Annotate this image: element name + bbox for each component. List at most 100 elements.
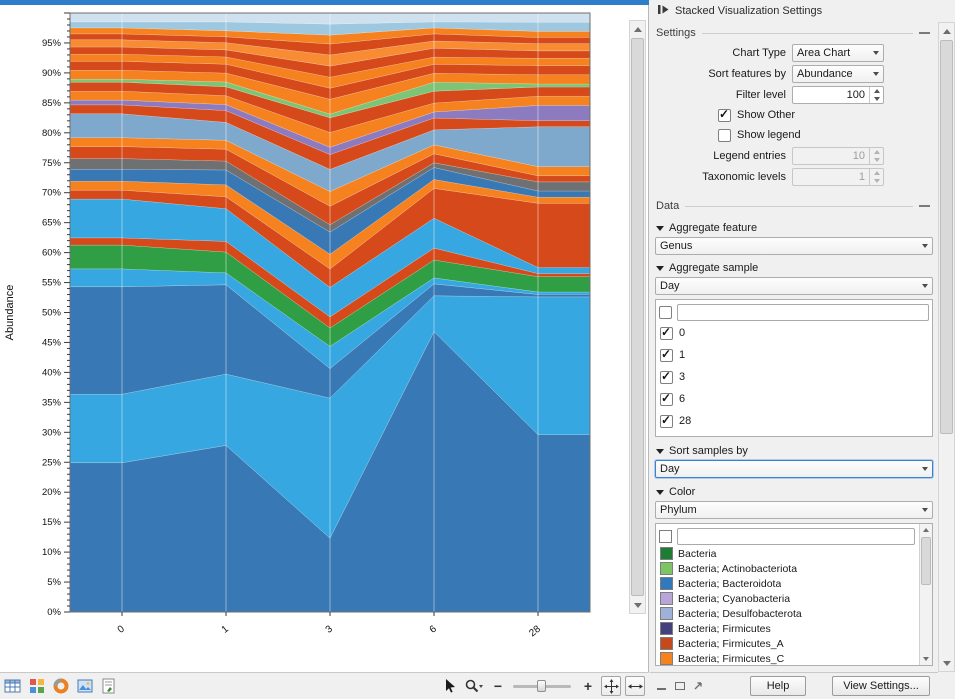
view-settings-button[interactable]: View Settings... bbox=[832, 676, 930, 696]
spin-up-icon[interactable] bbox=[874, 89, 880, 93]
sample-search-input[interactable] bbox=[677, 304, 929, 321]
zoom-out-icon[interactable] bbox=[487, 676, 509, 696]
zoom-slider-handle[interactable] bbox=[537, 680, 546, 692]
sample-list-header bbox=[659, 302, 929, 322]
svg-text:80%: 80% bbox=[42, 128, 62, 139]
zoom-menu-icon[interactable] bbox=[463, 676, 485, 696]
collapse-panel-icon[interactable] bbox=[658, 4, 669, 18]
collapse-data-icon[interactable] bbox=[919, 205, 930, 207]
zoom-slider[interactable] bbox=[513, 679, 571, 693]
sample-checkbox[interactable] bbox=[660, 415, 673, 428]
panel-title: Stacked Visualization Settings bbox=[675, 5, 822, 17]
scroll-up-icon[interactable] bbox=[630, 21, 645, 37]
sample-list-item[interactable]: 28 bbox=[659, 410, 929, 432]
sample-checkbox[interactable] bbox=[660, 327, 673, 340]
filter-level-spinner[interactable]: 100 bbox=[792, 86, 884, 104]
sample-checkbox[interactable] bbox=[660, 393, 673, 406]
stacked-area-chart[interactable]: 0%5%10%15%20%25%30%35%40%45%50%55%60%65%… bbox=[0, 5, 628, 667]
color-list-item[interactable]: Bacteria bbox=[659, 546, 929, 561]
fit-view-icon[interactable] bbox=[625, 676, 645, 696]
zoom-in-icon[interactable] bbox=[577, 676, 599, 696]
chart-type-select[interactable]: Area Chart bbox=[792, 44, 884, 62]
scroll-down-icon[interactable] bbox=[630, 597, 645, 613]
sort-samples-select[interactable]: Day bbox=[655, 460, 933, 478]
sample-list-item[interactable]: 0 bbox=[659, 322, 929, 344]
color-list-item[interactable]: Bacteria; Cyanobacteria bbox=[659, 591, 929, 606]
aggregate-feature-label: Aggregate feature bbox=[669, 222, 757, 234]
settings-group-header: Settings bbox=[654, 24, 934, 42]
taxon-label: Bacteria; Bacteroidota bbox=[678, 578, 781, 590]
aggregate-sample-section[interactable]: Aggregate sample bbox=[654, 261, 934, 275]
collapse-settings-icon[interactable] bbox=[919, 32, 930, 34]
show-other-label: Show Other bbox=[737, 109, 795, 121]
dock-float-icon[interactable] bbox=[692, 680, 704, 692]
sample-checkbox[interactable] bbox=[660, 349, 673, 362]
scroll-up-icon[interactable] bbox=[920, 524, 932, 536]
cursor-icon[interactable] bbox=[439, 676, 461, 696]
show-other-checkbox[interactable] bbox=[718, 109, 731, 122]
color-section[interactable]: Color bbox=[654, 485, 934, 499]
dock-restore-icon[interactable] bbox=[674, 680, 686, 692]
chevron-down-icon bbox=[873, 51, 879, 55]
sample-list-item[interactable]: 1 bbox=[659, 344, 929, 366]
chevron-down-icon bbox=[873, 72, 879, 76]
color-swatch[interactable] bbox=[660, 562, 673, 575]
show-legend-checkbox[interactable] bbox=[718, 129, 731, 142]
spin-down-icon[interactable] bbox=[874, 97, 880, 101]
taxon-label: Bacteria; Firmicutes bbox=[678, 623, 771, 635]
panel-vertical-scrollbar[interactable] bbox=[938, 22, 955, 672]
select-all-samples-checkbox[interactable] bbox=[659, 306, 672, 319]
color-swatch[interactable] bbox=[660, 547, 673, 560]
taxon-label: Bacteria; Cyanobacteria bbox=[678, 593, 790, 605]
color-swatch[interactable] bbox=[660, 592, 673, 605]
color-list-item[interactable]: Bacteria; Firmicutes_A bbox=[659, 636, 929, 651]
sort-features-select[interactable]: Abundance bbox=[792, 65, 884, 83]
donut-chart-icon[interactable] bbox=[50, 676, 72, 696]
settings-group-title: Settings bbox=[654, 27, 696, 39]
color-swatch[interactable] bbox=[660, 652, 673, 665]
report-edit-icon[interactable] bbox=[98, 676, 120, 696]
triangle-down-icon bbox=[656, 266, 664, 271]
svg-text:15%: 15% bbox=[42, 517, 62, 528]
svg-text:35%: 35% bbox=[42, 397, 62, 408]
sort-samples-value: Day bbox=[660, 463, 918, 475]
sort-samples-section[interactable]: Sort samples by bbox=[654, 444, 934, 458]
chart-vertical-scrollbar[interactable] bbox=[629, 20, 646, 614]
color-search-input[interactable] bbox=[677, 528, 915, 545]
aggregate-sample-select[interactable]: Day bbox=[655, 277, 933, 295]
panel-scrollbar-thumb[interactable] bbox=[940, 40, 953, 434]
scroll-up-icon[interactable] bbox=[939, 23, 954, 39]
color-list-scrollbar-thumb[interactable] bbox=[921, 537, 931, 585]
color-list-scrollbar[interactable] bbox=[919, 524, 932, 665]
color-list-item[interactable]: Bacteria; Bacteroidota bbox=[659, 576, 929, 591]
color-swatch[interactable] bbox=[660, 577, 673, 590]
image-export-icon[interactable] bbox=[74, 676, 96, 696]
color-list-item[interactable]: Bacteria; Firmicutes_C bbox=[659, 651, 929, 666]
color-list-item[interactable]: Bacteria; Actinobacteriota bbox=[659, 561, 929, 576]
color-swatch[interactable] bbox=[660, 622, 673, 635]
spinner-buttons[interactable] bbox=[869, 87, 883, 103]
svg-text:10%: 10% bbox=[42, 547, 62, 558]
svg-text:0: 0 bbox=[116, 623, 128, 635]
pan-tool-icon[interactable] bbox=[601, 676, 621, 696]
taxon-label: Bacteria; Firmicutes_A bbox=[678, 638, 784, 650]
color-list-item[interactable]: Bacteria; Desulfobacterota bbox=[659, 606, 929, 621]
sample-checkbox[interactable] bbox=[660, 371, 673, 384]
color-list-item[interactable]: Bacteria; Firmicutes bbox=[659, 621, 929, 636]
help-button[interactable]: Help bbox=[750, 676, 806, 696]
color-swatch[interactable] bbox=[660, 637, 673, 650]
sample-list-item[interactable]: 6 bbox=[659, 388, 929, 410]
scroll-down-icon[interactable] bbox=[939, 655, 954, 671]
dock-minimize-icon[interactable] bbox=[656, 680, 668, 692]
aggregate-feature-section[interactable]: Aggregate feature bbox=[654, 221, 934, 235]
color-select[interactable]: Phylum bbox=[655, 501, 933, 519]
color-swatch[interactable] bbox=[660, 607, 673, 620]
color-grid-icon[interactable] bbox=[26, 676, 48, 696]
aggregate-feature-select[interactable]: Genus bbox=[655, 237, 933, 255]
sample-list-item[interactable]: 3 bbox=[659, 366, 929, 388]
chart-scrollbar-thumb[interactable] bbox=[631, 38, 644, 596]
divider bbox=[702, 33, 913, 34]
data-table-icon[interactable] bbox=[2, 676, 24, 696]
scroll-down-icon[interactable] bbox=[920, 653, 932, 665]
color-swatch-empty[interactable] bbox=[659, 530, 672, 543]
